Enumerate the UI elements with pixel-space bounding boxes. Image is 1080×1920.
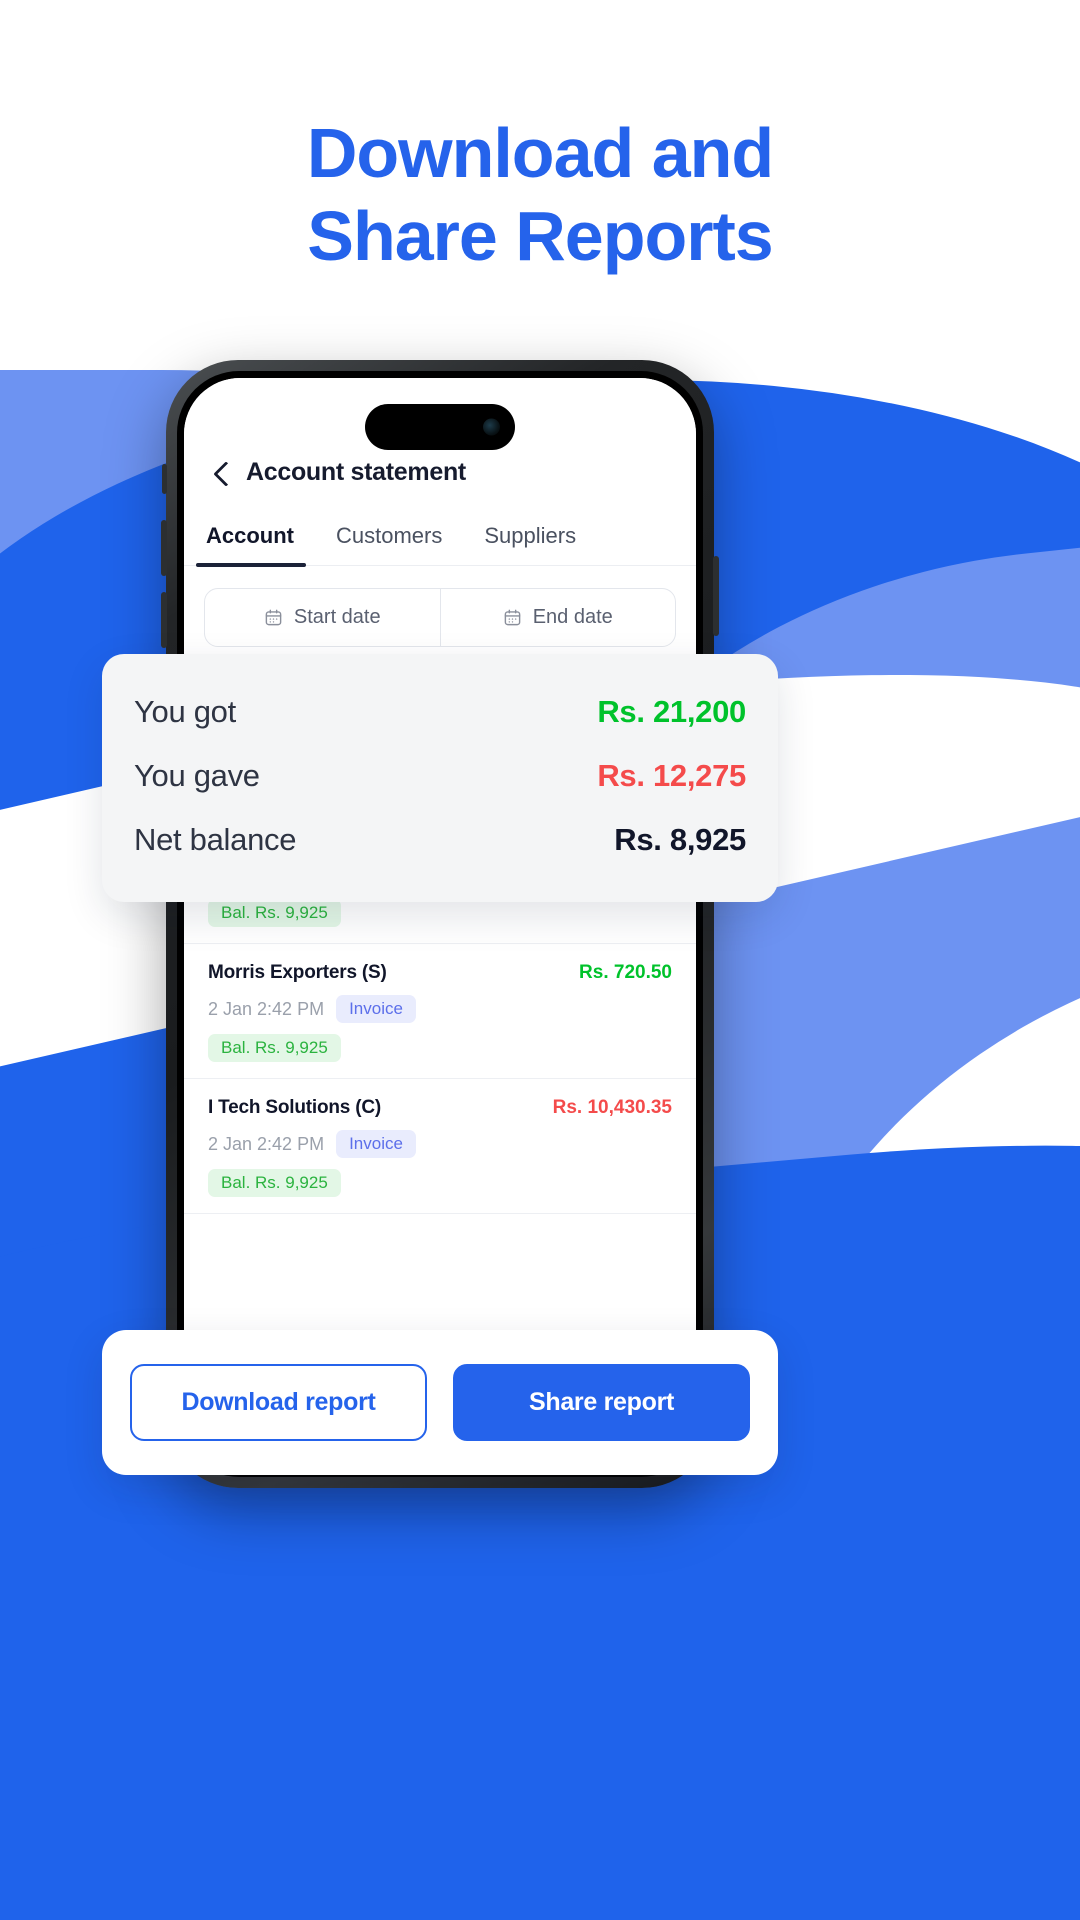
page-title: Account statement xyxy=(246,458,466,486)
end-date-label: End date xyxy=(532,606,613,628)
share-report-button[interactable]: Share report xyxy=(453,1364,750,1441)
phone-mockup: Account statement Account Customers Supp… xyxy=(161,360,719,1488)
tab-bar: Account Customers Suppliers xyxy=(184,509,696,567)
calendar-icon xyxy=(504,609,521,626)
end-date-field[interactable]: End date xyxy=(439,589,676,646)
transaction-date: 2 Jan 2:42 PM xyxy=(208,1133,325,1154)
summary-row-you-gave: You gave Rs. 12,275 xyxy=(134,744,746,808)
status-badge: Invoice xyxy=(336,1130,416,1158)
page-headline: Download and Share Reports xyxy=(0,112,1080,277)
transaction-name: I Tech Solutions (C) xyxy=(208,1097,381,1118)
date-filter-row: Start date End date xyxy=(204,588,676,647)
balance-badge: Bal. Rs. 9,925 xyxy=(208,899,341,927)
balance-badge: Bal. Rs. 9,925 xyxy=(208,1169,341,1197)
summary-row-you-got: You got Rs. 21,200 xyxy=(134,680,746,744)
tab-customers[interactable]: Customers xyxy=(336,509,442,565)
phone-silent-switch xyxy=(162,464,167,494)
dynamic-island xyxy=(365,404,515,450)
front-camera-icon xyxy=(483,418,500,436)
transaction-amount: Rs. 10,430.35 xyxy=(552,1097,672,1118)
transaction-top: Morris Exporters (S) Rs. 720.50 xyxy=(208,962,672,984)
status-badge: Invoice xyxy=(336,995,416,1023)
summary-label: Net balance xyxy=(134,822,297,857)
headline-line-1: Download and xyxy=(306,114,774,192)
transaction-top: I Tech Solutions (C) Rs. 10,430.35 xyxy=(208,1097,672,1119)
app-screen: Account statement Account Customers Supp… xyxy=(184,378,696,1470)
balance-badge: Bal. Rs. 9,925 xyxy=(208,1034,341,1062)
calendar-icon xyxy=(265,609,282,626)
summary-row-net-balance: Net balance Rs. 8,925 xyxy=(134,808,746,872)
start-date-label: Start date xyxy=(293,606,381,628)
summary-value: Rs. 8,925 xyxy=(614,822,746,857)
chevron-left-icon[interactable] xyxy=(210,462,232,484)
phone-volume-down-button xyxy=(161,592,167,648)
phone-power-button xyxy=(713,556,719,636)
start-date-field[interactable]: Start date xyxy=(205,589,440,646)
table-row[interactable]: I Tech Solutions (C) Rs. 10,430.35 2 Jan… xyxy=(184,1079,696,1214)
transaction-date: 2 Jan 2:42 PM xyxy=(208,998,325,1019)
phone-volume-up-button xyxy=(161,520,167,576)
action-bar: Download report Share report xyxy=(102,1330,778,1475)
summary-value: Rs. 21,200 xyxy=(597,694,746,729)
transaction-meta: 2 Jan 2:42 PM Invoice xyxy=(208,995,672,1023)
summary-label: You gave xyxy=(134,758,260,793)
download-report-button[interactable]: Download report xyxy=(130,1364,427,1441)
table-row[interactable]: Morris Exporters (S) Rs. 720.50 2 Jan 2:… xyxy=(184,944,696,1079)
headline-line-2: Share Reports xyxy=(307,196,773,275)
transaction-meta: 2 Jan 2:42 PM Invoice xyxy=(208,1130,672,1158)
tab-account[interactable]: Account xyxy=(196,509,306,567)
summary-label: You got xyxy=(134,694,236,729)
phone-screen: Account statement Account Customers Supp… xyxy=(184,378,696,1470)
transaction-name: Morris Exporters (S) xyxy=(208,962,387,983)
tab-suppliers[interactable]: Suppliers xyxy=(484,509,576,565)
summary-value: Rs. 12,275 xyxy=(597,758,746,793)
phone-frame: Account statement Account Customers Supp… xyxy=(161,360,719,1488)
summary-card: You got Rs. 21,200 You gave Rs. 12,275 N… xyxy=(102,654,778,902)
transaction-amount: Rs. 720.50 xyxy=(579,962,672,983)
